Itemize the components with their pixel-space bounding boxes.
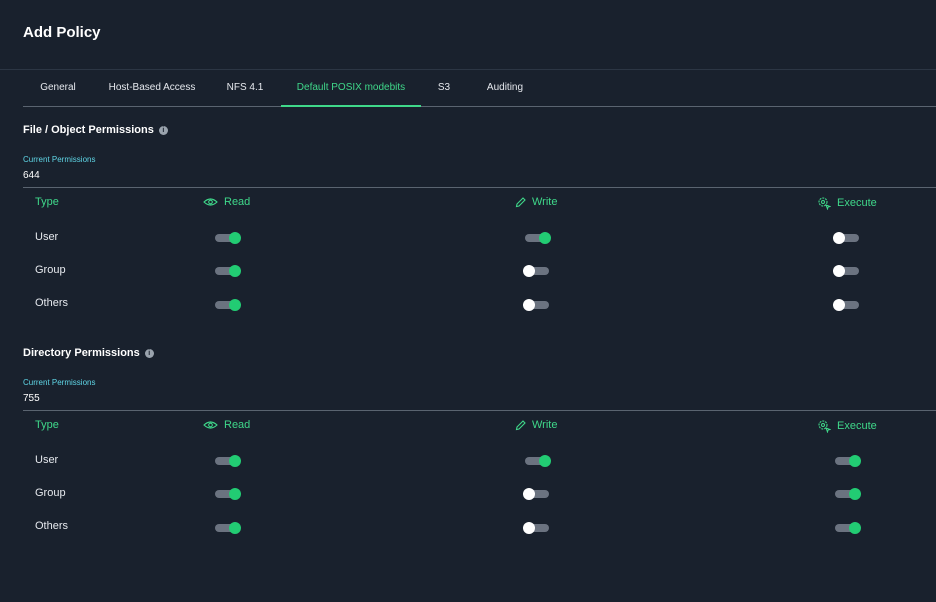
dir-group-write-toggle[interactable] — [523, 487, 551, 501]
current-permissions-value: 755 — [23, 393, 40, 404]
dialog-header: Add Policy — [0, 0, 936, 70]
tab-s3[interactable]: S3 — [429, 70, 459, 106]
dir-user-write-toggle[interactable] — [523, 454, 551, 468]
column-execute: Execute — [817, 419, 877, 433]
column-read-label: Read — [224, 419, 251, 431]
dir-others-read-toggle[interactable] — [213, 521, 241, 535]
row-label-others: Others — [35, 297, 69, 309]
execute-gear-icon — [818, 197, 831, 210]
file-group-read-toggle[interactable] — [213, 264, 241, 278]
dir-user-read-toggle[interactable] — [213, 454, 241, 468]
column-read: Read — [203, 196, 250, 208]
column-execute: Execute — [817, 196, 877, 210]
file-group-write-toggle[interactable] — [523, 264, 551, 278]
row-label-group: Group — [35, 487, 66, 499]
column-write: Write — [515, 419, 557, 431]
eye-icon — [203, 198, 218, 206]
row-label-user: User — [35, 231, 59, 243]
tab-bar: General Host-Based Access NFS 4.1 Defaul… — [23, 70, 936, 107]
info-icon[interactable]: i — [144, 349, 154, 358]
pencil-icon — [515, 419, 526, 430]
current-permissions-label: Current Permissions — [23, 155, 96, 164]
row-label-group: Group — [35, 264, 66, 276]
eye-icon — [203, 421, 218, 429]
divider — [23, 410, 936, 411]
column-write: Write — [515, 196, 557, 208]
tab-auditing[interactable]: Auditing — [475, 70, 535, 106]
pencil-icon — [515, 196, 526, 207]
section-title-text: Directory Permissions — [23, 347, 140, 359]
section-title-text: File / Object Permissions — [23, 124, 154, 136]
current-permissions-value: 644 — [23, 170, 40, 181]
column-type: Type — [35, 196, 59, 208]
row-label-others: Others — [35, 520, 69, 532]
file-others-execute-toggle[interactable] — [833, 298, 861, 312]
file-group-execute-toggle[interactable] — [833, 264, 861, 278]
file-user-read-toggle[interactable] — [213, 231, 241, 245]
dir-group-execute-toggle[interactable] — [833, 487, 861, 501]
tab-general[interactable]: General — [23, 70, 93, 106]
file-user-write-toggle[interactable] — [523, 231, 551, 245]
column-write-label: Write — [532, 419, 558, 431]
section-title: Directory Permissions i — [23, 347, 154, 359]
column-read: Read — [203, 419, 250, 431]
dir-group-read-toggle[interactable] — [213, 487, 241, 501]
column-read-label: Read — [224, 196, 251, 208]
column-type: Type — [35, 419, 59, 431]
file-others-read-toggle[interactable] — [213, 298, 241, 312]
row-label-user: User — [35, 454, 59, 466]
file-others-write-toggle[interactable] — [523, 298, 551, 312]
tab-nfs-4-1[interactable]: NFS 4.1 — [219, 70, 271, 106]
execute-gear-icon — [818, 420, 831, 433]
column-write-label: Write — [532, 196, 558, 208]
tab-default-posix-modebits[interactable]: Default POSIX modebits — [281, 70, 421, 107]
tab-host-based-access[interactable]: Host-Based Access — [103, 70, 201, 106]
dialog-title: Add Policy — [23, 24, 101, 41]
divider — [23, 187, 936, 188]
dir-others-execute-toggle[interactable] — [833, 521, 861, 535]
current-permissions-label: Current Permissions — [23, 378, 96, 387]
dir-others-write-toggle[interactable] — [523, 521, 551, 535]
file-user-execute-toggle[interactable] — [833, 231, 861, 245]
info-icon[interactable]: i — [158, 126, 168, 135]
section-title: File / Object Permissions i — [23, 124, 168, 136]
dir-user-execute-toggle[interactable] — [833, 454, 861, 468]
column-execute-label: Execute — [837, 197, 877, 209]
column-execute-label: Execute — [837, 420, 877, 432]
